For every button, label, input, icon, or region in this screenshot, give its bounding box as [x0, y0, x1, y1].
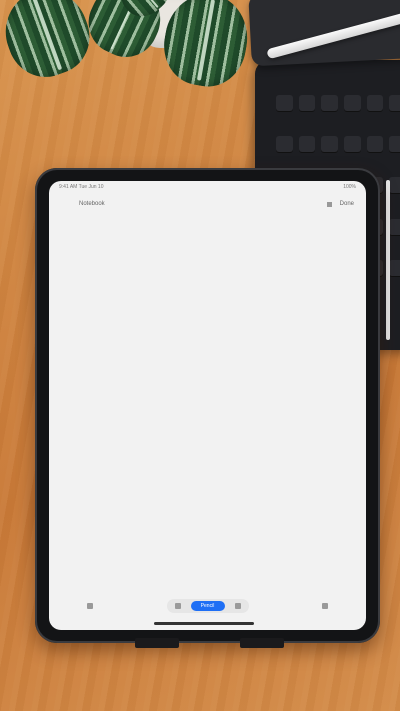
done-button[interactable]: Done: [340, 201, 354, 207]
status-bar: 9:41 AM Tue Jun 10 100%: [59, 184, 356, 192]
stand-foot: [135, 638, 179, 648]
share-icon[interactable]: [326, 201, 332, 207]
undo-icon[interactable]: [174, 603, 181, 609]
bottom-toolbar: Pencil: [49, 599, 366, 613]
cable: [386, 180, 390, 340]
app-toolbar: Notebook Done: [79, 199, 354, 209]
pencil-icon[interactable]: [322, 603, 328, 609]
home-indicator[interactable]: [154, 622, 254, 625]
battery-status: 100%: [343, 184, 356, 190]
grid-icon[interactable]: [234, 603, 241, 609]
status-time: 9:41 AM Tue Jun 10: [59, 184, 104, 190]
toolbar-title[interactable]: Notebook: [79, 201, 105, 207]
pencil-tool-button[interactable]: Pencil: [190, 601, 225, 611]
sidebar-icon[interactable]: [87, 603, 93, 609]
stand-foot: [240, 638, 284, 648]
ipad-screen[interactable]: 9:41 AM Tue Jun 10 100% Notebook Done Pe…: [49, 181, 366, 630]
tool-pill: Pencil: [166, 599, 249, 613]
ipad-device: 9:41 AM Tue Jun 10 100% Notebook Done Pe…: [35, 168, 380, 643]
